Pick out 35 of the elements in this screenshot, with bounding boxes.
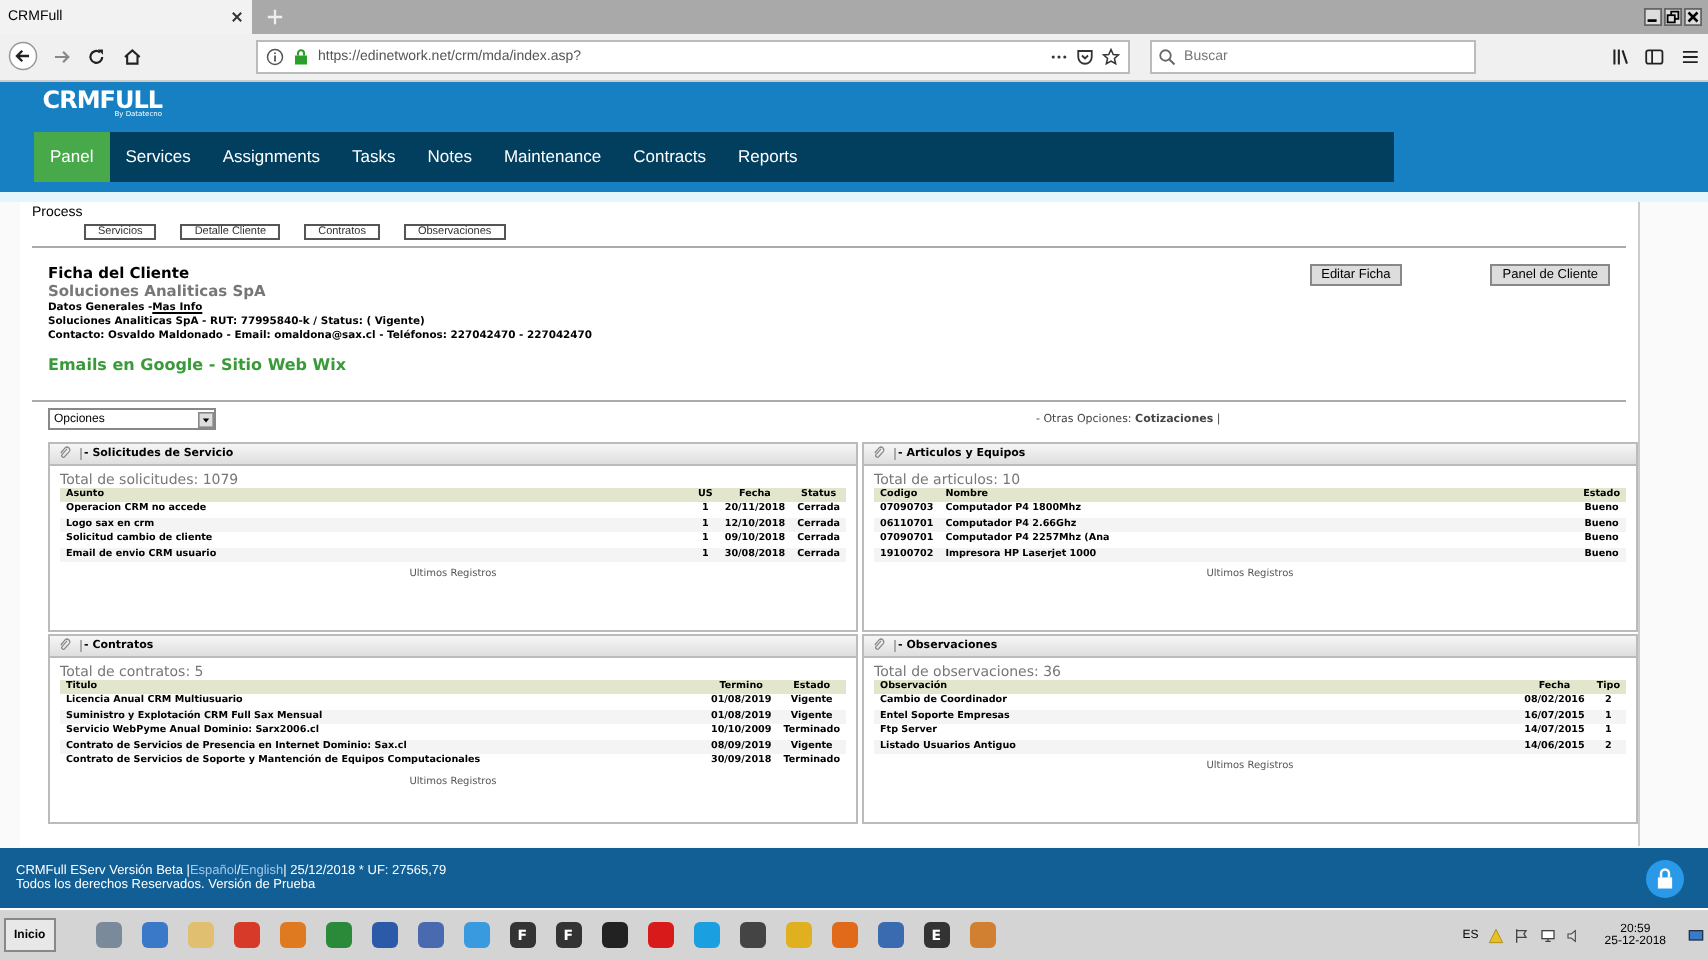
nav-item[interactable]: Tasks [336,131,412,182]
star-icon[interactable] [1102,47,1121,66]
taskbar-app-icon[interactable] [739,922,766,949]
close-icon[interactable] [230,9,244,24]
sidebar-icon[interactable] [1644,45,1666,68]
lock-icon[interactable] [1646,859,1684,898]
library-icon[interactable] [1610,45,1631,68]
nav-item[interactable]: Contracts [617,131,723,182]
paperclip-icon [58,638,72,653]
back-icon[interactable] [8,40,39,73]
home-icon[interactable] [121,45,142,68]
close-icon[interactable] [1684,7,1702,26]
pocket-icon[interactable] [1076,47,1095,66]
reload-icon[interactable] [86,45,108,68]
network-icon[interactable] [1540,927,1557,944]
taskbar-app-icon[interactable] [601,922,628,949]
desktop-icon[interactable] [1688,927,1704,944]
paperclip-icon [872,446,886,461]
services-text: Emails en Google - Sitio Web Wix [48,355,349,374]
paperclip-icon [58,446,72,461]
menu-icon[interactable] [1679,45,1701,68]
nav-item[interactable]: Notes [411,131,488,182]
search-icon [1158,47,1177,66]
nav-item[interactable]: Maintenance [487,131,618,182]
flag-icon[interactable] [1514,927,1531,944]
restore-icon[interactable] [1664,7,1682,26]
minimize-icon[interactable] [1644,7,1662,26]
dropdown-arrow-icon [198,411,214,428]
paperclip-icon [872,638,886,653]
lock-icon [292,47,310,66]
nav-item[interactable]: Assignments [206,131,337,182]
info-icon[interactable] [266,47,284,66]
forward-icon[interactable] [52,45,73,68]
nav-item[interactable]: Reports [722,131,814,182]
nav-item[interactable]: Services [109,131,207,182]
